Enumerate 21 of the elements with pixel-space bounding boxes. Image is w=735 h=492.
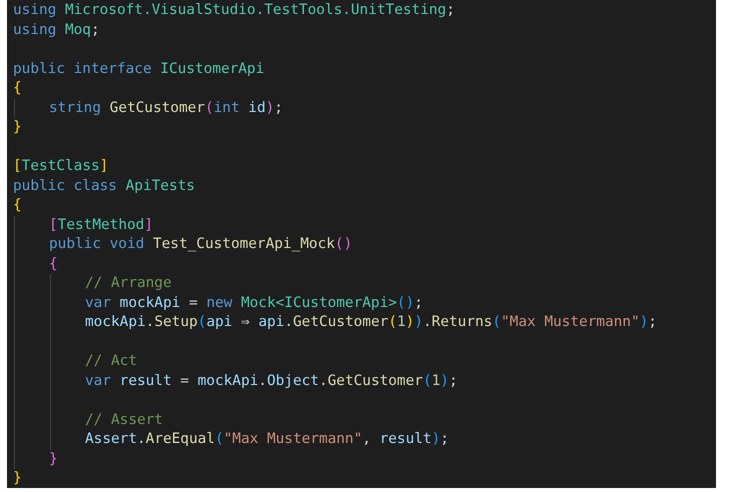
code-line: { [13, 79, 22, 98]
code-line: using Moq; [13, 20, 100, 40]
code-line: { [13, 196, 22, 215]
code-line: public void Test_CustomerApi_Mock() [49, 235, 352, 254]
code-line: // Arrange [85, 274, 172, 293]
code-line: using Microsoft.VisualStudio.TestTools.UnitTesting; [13, 1, 455, 20]
code-line: mockApi.Setup(api ⇒ api.GetCustomer(1)).Returns("Max Mustermann"); [85, 313, 657, 332]
code-line: // Act [85, 352, 137, 371]
code-line: Assert.AreEqual("Max Mustermann", result); [85, 430, 449, 449]
code-line: } [49, 450, 58, 468]
code-line: [TestMethod] [49, 216, 153, 234]
code-line: public interface ICustomerApi [13, 60, 264, 78]
code-line: { [49, 254, 58, 274]
code-line: // Assert [85, 410, 163, 430]
code-line: var result = mockApi.Object.GetCustomer(1); [85, 372, 458, 390]
code-line: } [13, 118, 22, 137]
code-line: var mockApi = new Mock<ICustomerApi>(); [85, 294, 423, 312]
code-line: string GetCustomer(int id); [49, 98, 283, 118]
code-line: } [13, 469, 22, 488]
code-line: [TestClass] [13, 157, 108, 176]
code-line: public class ApiTests [13, 176, 195, 196]
